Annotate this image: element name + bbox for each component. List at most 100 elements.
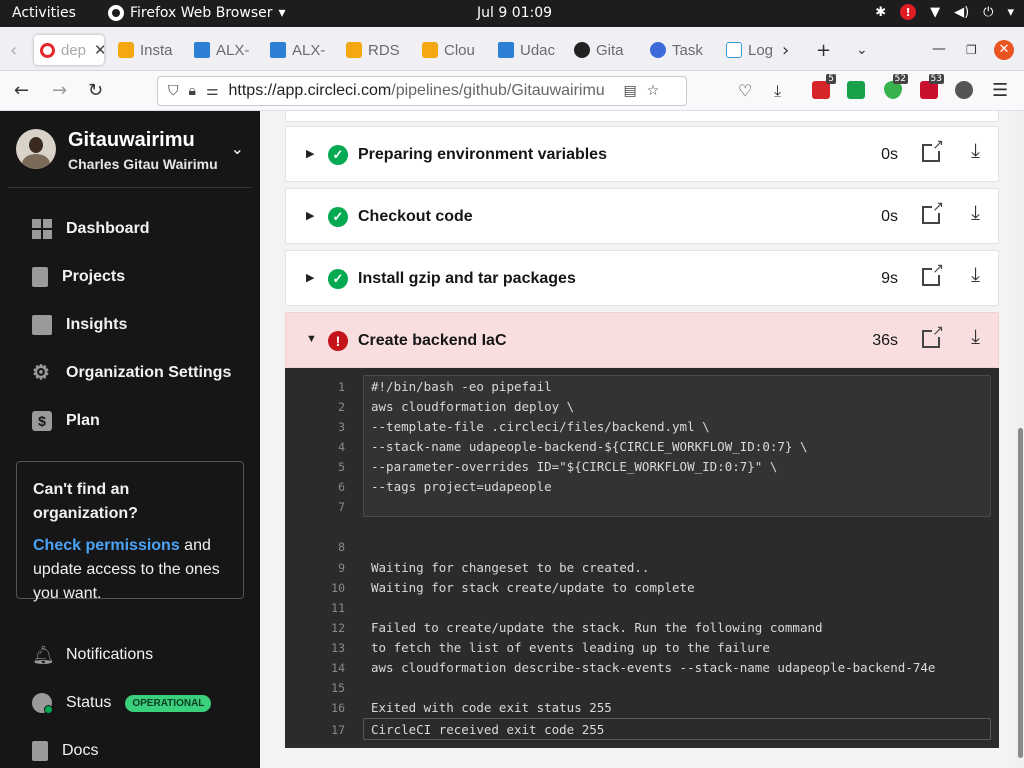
sidebar-item-organization-settings[interactable]: ⚙ Organization Settings bbox=[32, 361, 231, 385]
tab[interactable]: ALX- bbox=[194, 35, 252, 65]
system-tray[interactable]: ✱ ! ▼ ◀) ⏻ ▾ bbox=[875, 4, 1014, 20]
window-close-icon[interactable]: ✕ bbox=[994, 40, 1014, 60]
tab[interactable]: Task bbox=[650, 35, 708, 65]
sidebar-item-projects[interactable]: Projects bbox=[32, 265, 125, 289]
alert-tray-icon[interactable]: ! bbox=[900, 4, 917, 20]
expand-triangle-icon[interactable]: ▶ bbox=[306, 147, 314, 160]
forward-icon[interactable]: → bbox=[52, 80, 67, 101]
ext-shield-green-icon[interactable]: 52 bbox=[884, 74, 908, 99]
job-steps-panel: ▶ ✓ Preparing environment variables 0s ⤓… bbox=[260, 111, 1015, 768]
open-in-new-icon[interactable] bbox=[922, 137, 945, 162]
tab-scroll-right-icon[interactable]: › bbox=[782, 40, 789, 61]
lock-icon[interactable]: 🔒︎ bbox=[189, 83, 196, 99]
system-clock[interactable]: Jul 9 01:09 bbox=[477, 5, 552, 21]
step-row[interactable]: ▶ ✓ Preparing environment variables 0s ⤓ bbox=[285, 126, 999, 182]
line-number: 7 bbox=[338, 500, 345, 514]
tab-strip: ‹ dep ✕ Insta ALX- ALX- RDS Clou Udac Gi… bbox=[0, 27, 1024, 71]
download-icon[interactable]: ⤓ bbox=[971, 202, 980, 225]
sidebar-item-status[interactable]: Status OPERATIONAL bbox=[32, 691, 212, 715]
minimize-icon[interactable]: — bbox=[932, 41, 946, 57]
gear-icon: ⚙ bbox=[32, 362, 50, 384]
pocket-icon[interactable]: ♡ bbox=[738, 81, 752, 100]
bookmark-star-icon[interactable]: ☆ bbox=[647, 83, 660, 99]
ext-gray-icon[interactable] bbox=[955, 81, 973, 99]
tab[interactable]: ALX- bbox=[270, 35, 328, 65]
tab[interactable]: Udac bbox=[498, 35, 556, 65]
line-number: 1 bbox=[338, 380, 345, 394]
console-line: Exited with code exit status 255 bbox=[371, 700, 612, 715]
expand-triangle-icon[interactable]: ▶ bbox=[306, 209, 314, 222]
collapse-triangle-icon[interactable]: ▼ bbox=[306, 333, 317, 345]
console-line: Waiting for changeset to be created.. bbox=[371, 560, 650, 575]
dollar-icon: $ bbox=[32, 411, 52, 431]
activities-button[interactable]: Activities bbox=[12, 5, 76, 21]
sidebar-item-label: Dashboard bbox=[66, 220, 150, 237]
downloads-icon[interactable]: ⤓ bbox=[774, 81, 781, 101]
step-row-failed[interactable]: ▼ ! Create backend IaC 36s ⤓ bbox=[285, 312, 999, 368]
tab-scroll-left-icon[interactable]: ‹ bbox=[10, 40, 17, 61]
open-in-new-icon[interactable] bbox=[922, 261, 945, 286]
step-output-console[interactable]: 1 #!/bin/bash -eo pipefail 2 aws cloudfo… bbox=[285, 368, 999, 748]
open-in-new-icon[interactable] bbox=[922, 199, 945, 224]
wifi-icon[interactable]: ▼ bbox=[930, 5, 940, 20]
status-badge: OPERATIONAL bbox=[125, 694, 212, 712]
console-line: CircleCI received exit code 255 bbox=[371, 722, 605, 737]
system-top-bar: Activities Firefox Web Browser ▾ Jul 9 0… bbox=[0, 0, 1024, 27]
volume-icon[interactable]: ◀) bbox=[954, 5, 969, 20]
close-tab-icon[interactable]: ✕ bbox=[94, 41, 104, 59]
ext-ublock-icon[interactable]: 53 bbox=[920, 74, 944, 99]
permissions-icon[interactable]: ⚌ bbox=[206, 83, 219, 99]
shield-icon[interactable]: ⛉ bbox=[168, 83, 179, 99]
ext-red-icon[interactable]: 5 bbox=[812, 74, 836, 99]
org-switcher[interactable]: Gitauwairimu Charles Gitau Wairimu ⌄ bbox=[16, 129, 252, 172]
sidebar-item-notifications[interactable]: 🔔︎ Notifications bbox=[32, 643, 153, 667]
hamburger-menu-icon[interactable]: ☰ bbox=[992, 80, 1008, 101]
open-in-new-icon[interactable] bbox=[922, 323, 945, 348]
restore-icon[interactable]: ❐ bbox=[966, 43, 977, 57]
url-bar[interactable]: ⛉ 🔒︎ ⚌ https://app.circleci.com/pipeline… bbox=[157, 76, 687, 106]
step-row[interactable]: ▶ ✓ Checkout code 0s ⤓ bbox=[285, 188, 999, 244]
sidebar-item-label: Notifications bbox=[66, 646, 154, 663]
sidebar-item-dashboard[interactable]: Dashboard bbox=[32, 217, 150, 241]
step-duration: 9s bbox=[881, 270, 898, 287]
line-number: 11 bbox=[331, 601, 345, 615]
reader-view-icon[interactable]: ▤ bbox=[624, 83, 637, 99]
back-icon[interactable]: ← bbox=[14, 80, 29, 101]
ext-green-icon[interactable] bbox=[847, 81, 865, 99]
line-number: 15 bbox=[331, 681, 345, 695]
bell-icon: 🔔︎ bbox=[32, 645, 55, 665]
download-icon[interactable]: ⤓ bbox=[971, 264, 980, 287]
tab[interactable]: Gita bbox=[574, 35, 632, 65]
check-permissions-link[interactable]: Check permissions bbox=[33, 537, 180, 554]
power-icon[interactable]: ⏻ bbox=[983, 5, 993, 20]
app-menu[interactable]: Firefox Web Browser ▾ bbox=[108, 5, 286, 21]
tab[interactable]: Log bbox=[726, 35, 774, 65]
line-number: 14 bbox=[331, 661, 345, 675]
tab-title: Clou bbox=[444, 41, 475, 59]
tab[interactable]: RDS bbox=[346, 35, 404, 65]
new-tab-icon[interactable]: + bbox=[816, 40, 831, 61]
sidebar-item-docs[interactable]: Docs bbox=[32, 739, 98, 763]
download-icon[interactable]: ⤓ bbox=[971, 326, 980, 349]
sidebar-item-plan[interactable]: $ Plan bbox=[32, 409, 100, 433]
tab[interactable]: Insta bbox=[118, 35, 176, 65]
download-icon[interactable]: ⤓ bbox=[971, 140, 980, 163]
step-row[interactable]: ▶ ✓ Install gzip and tar packages 9s ⤓ bbox=[285, 250, 999, 306]
chevron-down-icon[interactable]: ▾ bbox=[1007, 5, 1014, 20]
tab-active[interactable]: dep ✕ bbox=[34, 35, 104, 65]
tab-title: Task bbox=[672, 41, 703, 59]
sidebar: Gitauwairimu Charles Gitau Wairimu ⌄ Das… bbox=[0, 111, 260, 768]
reload-icon[interactable]: ↻ bbox=[88, 80, 103, 101]
line-number: 17 bbox=[331, 723, 345, 737]
expand-triangle-icon[interactable]: ▶ bbox=[306, 271, 314, 284]
slack-tray-icon[interactable]: ✱ bbox=[875, 5, 886, 20]
chevron-down-icon[interactable]: ⌄ bbox=[231, 139, 244, 159]
list-all-tabs-icon[interactable]: ⌄ bbox=[856, 42, 868, 58]
tab[interactable]: Clou bbox=[422, 35, 480, 65]
url-text[interactable]: https://app.circleci.com/pipelines/githu… bbox=[229, 82, 614, 100]
sidebar-item-insights[interactable]: Insights bbox=[32, 313, 127, 337]
docs-icon bbox=[32, 741, 48, 761]
scrollbar-thumb[interactable] bbox=[1018, 428, 1023, 758]
org-help-box: Can't find an organization? Check permis… bbox=[16, 461, 244, 602]
step-duration: 0s bbox=[881, 146, 898, 163]
